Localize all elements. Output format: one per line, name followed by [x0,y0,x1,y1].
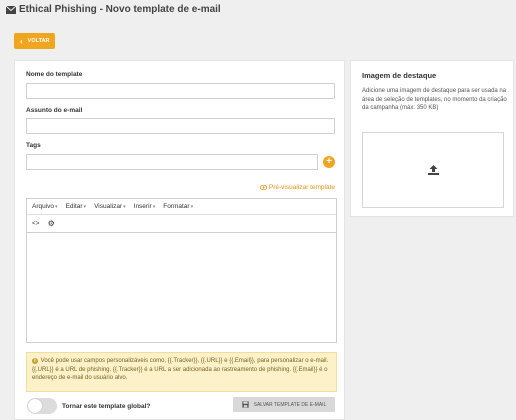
menu-inserir[interactable]: Inserir▾ [134,203,156,210]
email-subject-label: Assunto do e-mail [26,107,83,114]
featured-image-description: Adicione uma imagem de destaque para ser… [362,88,507,111]
eye-icon [259,185,267,190]
email-body-editor[interactable]: Arquivo▾ Editar▾ Visualizar▾ Inserir▾ Fo… [26,198,337,343]
personalization-info-text: Você pode usar campos personalizáveis co… [32,358,329,381]
envelope-icon [6,5,16,14]
chevron-left-icon: ‹ [20,36,23,46]
preview-template-label: Pré-visualizar template [268,184,335,191]
floppy-disk-icon [241,401,249,408]
add-tag-icon[interactable]: + [323,156,335,168]
editor-toolbar: <> ⚙ [27,215,336,233]
back-button-label: VOLTAR [27,38,50,44]
page-title-text: Ethical Phishing - Novo template de e-ma… [19,4,221,15]
save-template-button[interactable]: SALVAR TEMPLATE DE E-MAIL [233,397,335,412]
gear-icon[interactable]: ⚙ [48,219,55,228]
info-icon: i [32,358,38,364]
editor-menubar: Arquivo▾ Editar▾ Visualizar▾ Inserir▾ Fo… [27,199,336,215]
back-button[interactable]: ‹ VOLTAR [14,33,56,49]
tags-input[interactable] [26,154,318,170]
upload-icon [427,165,439,175]
global-template-label: Tornar este template global? [62,403,151,410]
email-subject-input[interactable] [26,118,335,134]
editor-content-area[interactable] [27,233,336,342]
image-upload-dropzone[interactable] [362,132,504,208]
tags-label: Tags [26,142,41,149]
personalization-info-box: i Você pode usar campos personalizáveis … [26,352,337,392]
page-title: Ethical Phishing - Novo template de e-ma… [6,4,221,15]
menu-formatar[interactable]: Formatar▾ [163,203,193,210]
menu-editar[interactable]: Editar▾ [66,203,87,210]
menu-arquivo[interactable]: Arquivo▾ [32,203,58,210]
global-template-toggle[interactable] [27,398,57,414]
template-name-input[interactable] [26,83,335,99]
featured-image-title: Imagem de destaque [362,71,437,80]
preview-template-link[interactable]: Pré-visualizar template [259,184,335,191]
template-name-label: Nome do template [26,71,83,78]
code-icon[interactable]: <> [32,220,40,227]
featured-image-panel: Imagem de destaque Adicione uma imagem d… [350,60,514,217]
template-form-panel: Nome do template Assunto do e-mail Tags … [14,60,345,420]
toggle-knob [28,399,42,413]
save-template-label: SALVAR TEMPLATE DE E-MAIL [253,401,327,408]
menu-visualizar[interactable]: Visualizar▾ [94,203,126,210]
